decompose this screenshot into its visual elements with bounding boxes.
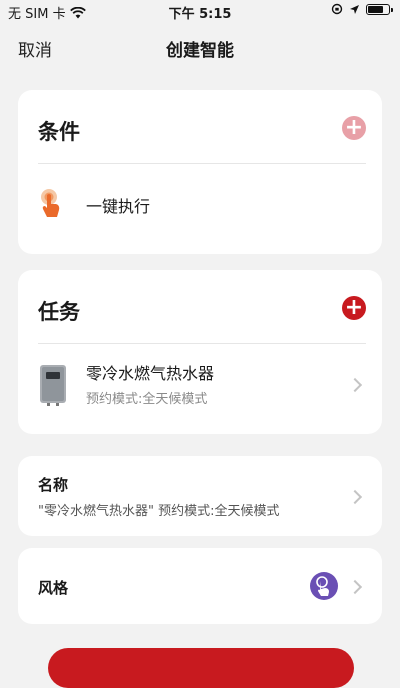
chevron-right-icon	[347, 579, 363, 595]
status-bar: 无 SIM 卡 下午 5:15	[0, 0, 400, 22]
task-item[interactable]: 零冷水燃气热水器 预约模式:全天候模式	[18, 344, 382, 434]
location-arrow-icon	[350, 4, 359, 14]
add-task-button[interactable]: +	[342, 296, 366, 320]
style-row[interactable]: 风格	[18, 548, 382, 624]
task-item-title: 零冷水燃气热水器	[86, 364, 215, 383]
style-label: 风格	[38, 579, 69, 597]
condition-item-label: 一键执行	[86, 197, 151, 216]
orientation-lock-icon	[331, 3, 343, 15]
tap-hand-icon	[41, 189, 60, 217]
plus-icon: +	[344, 115, 364, 140]
name-label: 名称	[38, 476, 69, 494]
condition-item-one-tap[interactable]: 一键执行	[18, 164, 382, 254]
conditions-heading: 条件	[38, 120, 80, 144]
task-item-subtitle: 预约模式:全天候模式	[86, 392, 208, 407]
tasks-heading: 任务	[38, 300, 80, 324]
add-condition-button[interactable]: +	[342, 116, 366, 140]
save-button[interactable]	[48, 648, 354, 688]
chevron-right-icon	[347, 489, 363, 505]
water-heater-icon	[40, 365, 66, 406]
plus-icon: +	[344, 295, 364, 320]
battery-icon	[366, 3, 393, 15]
chevron-right-icon	[347, 377, 363, 393]
tasks-card: 任务 + 零冷水燃气热水器 预约模式:全天候模式	[18, 270, 382, 434]
status-right-group	[331, 3, 393, 15]
nav-bar: 取消 创建智能	[0, 22, 400, 70]
battery-level	[368, 5, 384, 13]
conditions-card: 条件 + 一键执行	[18, 90, 382, 254]
page-title: 创建智能	[166, 41, 234, 61]
style-icon-badge	[310, 572, 338, 600]
name-row[interactable]: 名称 "零冷水燃气热水器" 预约模式:全天候模式	[18, 456, 382, 536]
name-value: "零冷水燃气热水器" 预约模式:全天候模式	[38, 504, 280, 519]
tap-hand-icon	[316, 576, 329, 596]
